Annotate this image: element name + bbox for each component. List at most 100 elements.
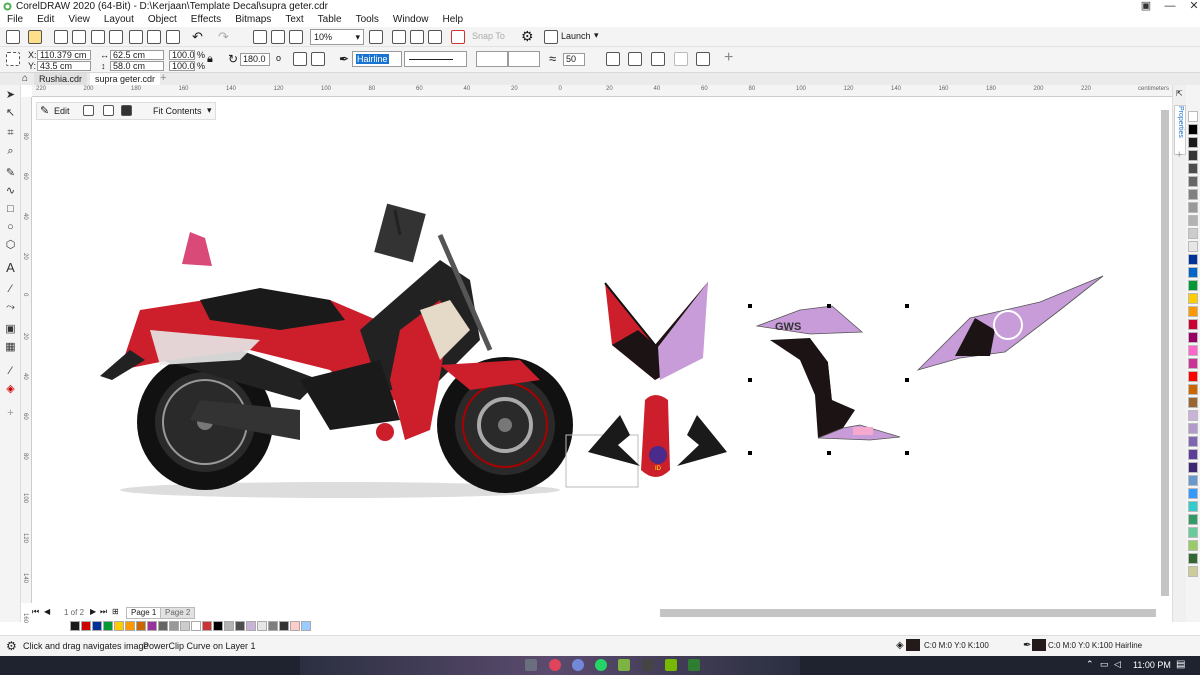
artistic-media-icon[interactable]: ∿ [4, 185, 17, 198]
document-palette-swatch[interactable] [279, 621, 289, 631]
document-palette-swatch[interactable] [103, 621, 113, 631]
extract-contents-icon[interactable] [103, 105, 114, 116]
full-screen-icon[interactable] [369, 30, 383, 44]
show-guides-icon[interactable] [428, 30, 442, 44]
palette-swatch[interactable] [1188, 215, 1198, 226]
publish-pdf-icon[interactable] [289, 30, 303, 44]
gear-icon[interactable]: ⚙ [6, 639, 17, 653]
document-palette-swatch[interactable] [114, 621, 124, 631]
palette-swatch[interactable] [1188, 319, 1198, 330]
y-position-field[interactable]: 43.5 cm [37, 61, 91, 71]
palette-swatch[interactable] [1188, 397, 1198, 408]
document-palette-swatch[interactable] [169, 621, 179, 631]
palette-swatch[interactable] [1188, 553, 1198, 564]
new-tab-icon[interactable]: + [160, 72, 166, 84]
taskbar-app-icon[interactable] [618, 659, 630, 671]
document-palette-swatch[interactable] [246, 621, 256, 631]
text-tool-icon[interactable]: A [4, 261, 17, 274]
palette-swatch[interactable] [1188, 501, 1198, 512]
document-palette-swatch[interactable] [136, 621, 146, 631]
menu-window[interactable]: Window [386, 13, 436, 27]
align-distribute-icon[interactable] [696, 52, 710, 66]
palette-swatch[interactable] [1188, 150, 1198, 161]
shape-tool-icon[interactable]: ↖ [4, 107, 17, 120]
rectangle-tool-icon[interactable]: □ [4, 203, 17, 216]
palette-swatch[interactable] [1188, 423, 1198, 434]
taskbar-app-icon[interactable] [595, 659, 607, 671]
fit-contents-dropdown[interactable]: Fit Contents [153, 106, 202, 116]
close-button[interactable]: ✕ [1176, 0, 1200, 13]
snap-to-dropdown[interactable]: Snap To [472, 31, 505, 41]
document-palette-swatch[interactable] [147, 621, 157, 631]
palette-swatch[interactable] [1188, 488, 1198, 499]
document-palette-swatch[interactable] [180, 621, 190, 631]
palette-swatch[interactable] [1188, 358, 1198, 369]
width-field[interactable]: 62.5 cm [110, 50, 164, 60]
lock-contents-icon[interactable] [121, 105, 132, 116]
last-page-icon[interactable]: ⏭ [100, 607, 107, 617]
scale-y-field[interactable]: 100.0 [169, 61, 195, 71]
document-palette-swatch[interactable] [235, 621, 245, 631]
document-palette-swatch[interactable] [191, 621, 201, 631]
taskbar-app-icon[interactable] [665, 659, 677, 671]
docker-arrow-icon[interactable]: ⇱ [1176, 89, 1183, 98]
close-curve-icon[interactable] [606, 52, 620, 66]
eyedropper-tool-icon[interactable]: ⁄ [4, 365, 17, 378]
break-apart-icon[interactable] [628, 52, 642, 66]
palette-swatch[interactable] [1188, 449, 1198, 460]
palette-swatch[interactable] [1188, 189, 1198, 200]
network-icon[interactable]: ▭ [1100, 659, 1109, 670]
undo-icon[interactable]: ↶ [192, 29, 203, 45]
add-icon[interactable]: + [724, 49, 733, 67]
palette-swatch[interactable] [1188, 111, 1198, 122]
document-palette-swatch[interactable] [202, 621, 212, 631]
add-docker-icon[interactable]: + [1176, 149, 1182, 161]
palette-swatch[interactable] [1188, 163, 1198, 174]
palette-swatch[interactable] [1188, 371, 1198, 382]
menu-layout[interactable]: Layout [97, 13, 141, 27]
menu-help[interactable]: Help [436, 13, 471, 27]
document-palette-swatch[interactable] [268, 621, 278, 631]
menu-text[interactable]: Text [278, 13, 310, 27]
first-page-icon[interactable]: ⏮ [32, 607, 39, 617]
palette-swatch[interactable] [1188, 176, 1198, 187]
export-icon[interactable] [271, 30, 285, 44]
menu-file[interactable]: File [0, 13, 30, 27]
line-style-dropdown[interactable] [404, 51, 467, 67]
select-contents-icon[interactable] [83, 105, 94, 116]
save-icon[interactable] [54, 30, 68, 44]
palette-swatch[interactable] [1188, 267, 1198, 278]
scale-x-field[interactable]: 100.0 [169, 50, 195, 60]
palette-swatch[interactable] [1188, 410, 1198, 421]
x-position-field[interactable]: 110.379 cm [37, 50, 91, 60]
align-icon[interactable] [651, 52, 665, 66]
horizontal-scrollbar[interactable] [660, 609, 1156, 617]
drawing-canvas[interactable]: ID GWS [32, 97, 1172, 603]
palette-swatch[interactable] [1188, 566, 1198, 577]
prev-page-icon[interactable]: ◀ [44, 607, 50, 616]
object-origin-icon[interactable] [6, 52, 20, 66]
launch-chevron-icon[interactable]: ▾ [594, 30, 599, 41]
trim-icon[interactable] [674, 52, 688, 66]
new-document-icon[interactable] [6, 30, 20, 44]
import-icon[interactable] [253, 30, 267, 44]
show-grid-icon[interactable] [410, 30, 424, 44]
tab-page-1[interactable]: Page 1 [126, 607, 162, 619]
curve-smoothing-field[interactable]: 50 [563, 53, 585, 66]
print-icon[interactable] [109, 30, 123, 44]
palette-swatch[interactable] [1188, 332, 1198, 343]
taskbar-app-icon[interactable] [688, 659, 700, 671]
notification-icon[interactable]: ▤ [1176, 659, 1185, 670]
palette-swatch[interactable] [1188, 475, 1198, 486]
zoom-level-dropdown[interactable]: 10% ▾ [310, 29, 364, 45]
shadow-tool-icon[interactable]: ▣ [4, 323, 17, 336]
volume-icon[interactable]: ◁ [1114, 659, 1121, 670]
document-palette-swatch[interactable] [257, 621, 267, 631]
taskbar-app-icon[interactable] [525, 659, 537, 671]
start-arrowhead-dropdown[interactable] [476, 51, 508, 67]
next-page-icon[interactable]: ▶ [90, 607, 96, 616]
document-palette-swatch[interactable] [81, 621, 91, 631]
menu-edit[interactable]: Edit [30, 13, 61, 27]
home-icon[interactable]: ⌂ [22, 73, 28, 84]
fill-color-swatch[interactable] [906, 639, 920, 651]
